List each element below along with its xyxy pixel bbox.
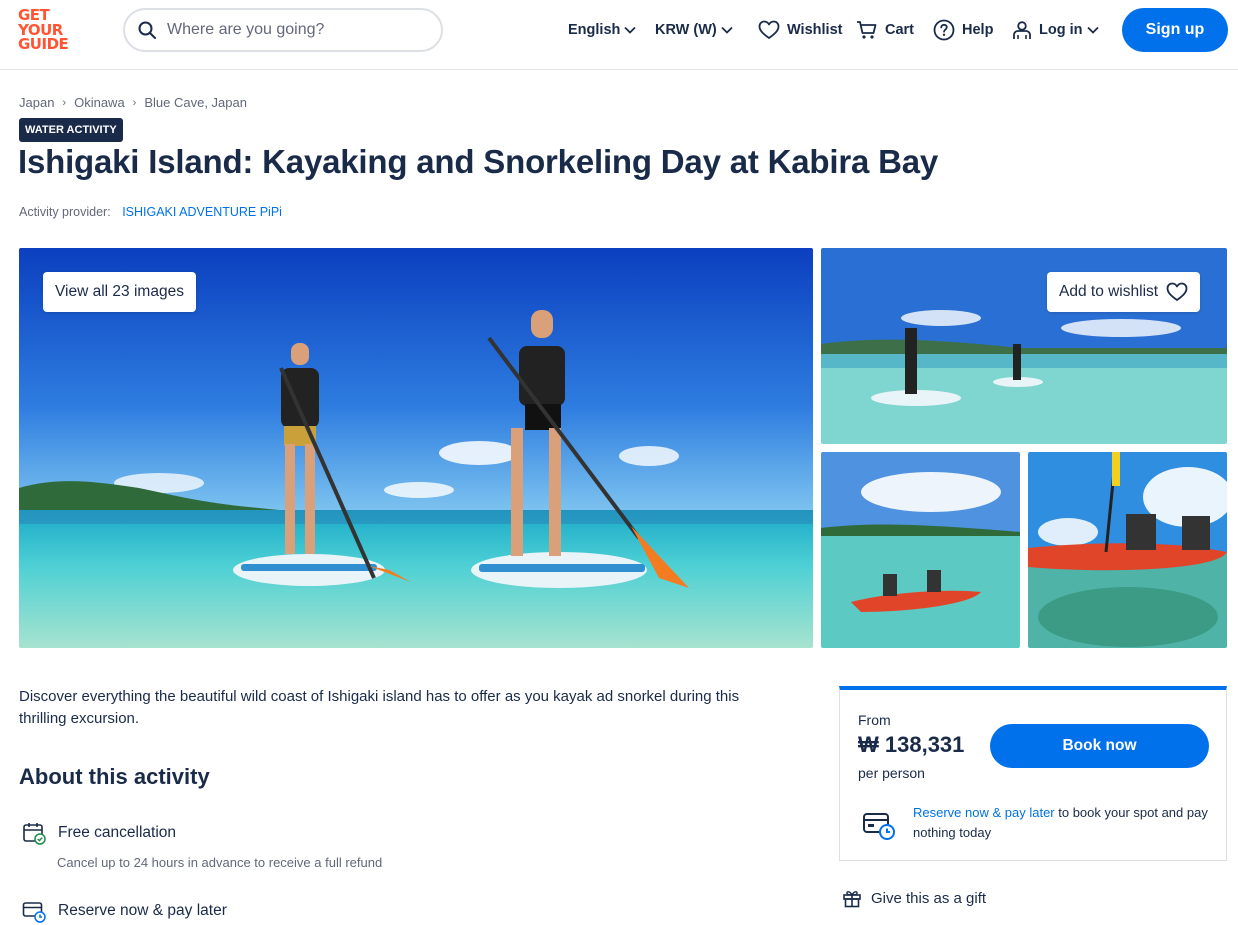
language-selector[interactable]: English <box>568 0 637 60</box>
activity-provider: Activity provider: ISHIGAKI ADVENTURE Pi… <box>19 205 282 219</box>
logo-line-3: GUIDE <box>18 35 69 53</box>
price-per-person: per person <box>858 765 925 781</box>
breadcrumb-separator-icon: › <box>132 96 137 109</box>
chevron-down-icon <box>624 26 637 34</box>
chevron-down-icon <box>721 26 733 34</box>
calendar-check-icon <box>23 823 46 845</box>
activity-description: Discover everything the beautiful wild c… <box>19 688 740 727</box>
gift-label: Give this as a gift <box>871 889 987 907</box>
gallery-thumb-2[interactable] <box>821 452 1020 648</box>
getyourguide-logo[interactable]: GET YOUR GUIDE <box>18 8 78 54</box>
cart-link[interactable]: Cart <box>856 0 914 60</box>
help-icon <box>933 19 955 41</box>
chevron-down-icon <box>1086 26 1099 34</box>
search-input[interactable] <box>167 21 417 39</box>
add-to-wishlist-label: Add to wishlist <box>1059 283 1159 300</box>
card-clock-icon <box>22 902 46 923</box>
feature-free-cancellation: Free cancellation <box>22 821 176 845</box>
page-title: Ishigaki Island: Kayaking and Snorkeling… <box>18 143 939 180</box>
about-heading: About this activity <box>19 764 210 789</box>
feature-reserve-pay-later: Reserve now & pay later <box>22 899 227 923</box>
gift-icon <box>843 891 861 908</box>
search-bar[interactable] <box>123 8 443 52</box>
currency-selector[interactable]: KRW (W) <box>655 0 733 60</box>
feature-title: Reserve now & pay later <box>58 902 227 919</box>
cart-icon <box>857 21 877 39</box>
card-clock-icon <box>863 813 895 840</box>
wishlist-link[interactable]: Wishlist <box>758 0 842 60</box>
breadcrumb-item-blue-cave[interactable]: Blue Cave, Japan <box>144 95 247 110</box>
price-value: ₩ 138,331 <box>858 732 965 757</box>
login-menu[interactable]: Log in <box>1012 0 1099 60</box>
provider-link[interactable]: ISHIGAKI ADVENTURE PiPi <box>122 205 282 219</box>
help-link[interactable]: Help <box>933 0 993 60</box>
language-label: English <box>568 22 621 38</box>
signup-button[interactable]: Sign up <box>1122 8 1228 52</box>
breadcrumb: Japan › Okinawa › Blue Cave, Japan <box>19 95 247 110</box>
reserve-info: Reserve now & pay later to book your spo… <box>913 803 1213 843</box>
provider-label: Activity provider: <box>19 205 111 219</box>
user-icon <box>1013 21 1031 39</box>
category-badge: WATER ACTIVITY <box>19 118 123 142</box>
heart-icon <box>1166 282 1188 301</box>
price-from-label: From <box>858 712 891 728</box>
feature-title: Free cancellation <box>58 824 177 841</box>
heart-icon <box>758 20 780 39</box>
wishlist-label: Wishlist <box>787 22 843 38</box>
login-label: Log in <box>1039 22 1083 38</box>
view-all-images-button[interactable]: View all 23 images <box>43 272 196 312</box>
kayak-photo-2 <box>1028 452 1227 648</box>
breadcrumb-item-okinawa[interactable]: Okinawa <box>74 95 125 110</box>
site-header: GET YOUR GUIDE English KRW (W) Wishlist … <box>0 0 1238 70</box>
cart-label: Cart <box>885 22 915 38</box>
gift-link[interactable]: Give this as a gift <box>842 888 986 908</box>
feature-subtitle: Cancel up to 24 hours in advance to rece… <box>57 855 383 870</box>
breadcrumb-item-japan[interactable]: Japan <box>19 95 54 110</box>
booking-panel: From ₩ 138,331 per person Book now Reser… <box>839 686 1227 861</box>
currency-label: KRW (W) <box>655 22 717 38</box>
help-label: Help <box>962 22 994 38</box>
search-icon <box>138 21 156 39</box>
gallery-thumb-3[interactable] <box>1028 452 1227 648</box>
add-to-wishlist-button[interactable]: Add to wishlist <box>1047 272 1201 312</box>
kayak-photo <box>821 452 1020 648</box>
book-now-button[interactable]: Book now <box>990 724 1209 768</box>
breadcrumb-separator-icon: › <box>62 96 67 109</box>
reserve-now-link[interactable]: Reserve now & pay later <box>913 805 1055 820</box>
